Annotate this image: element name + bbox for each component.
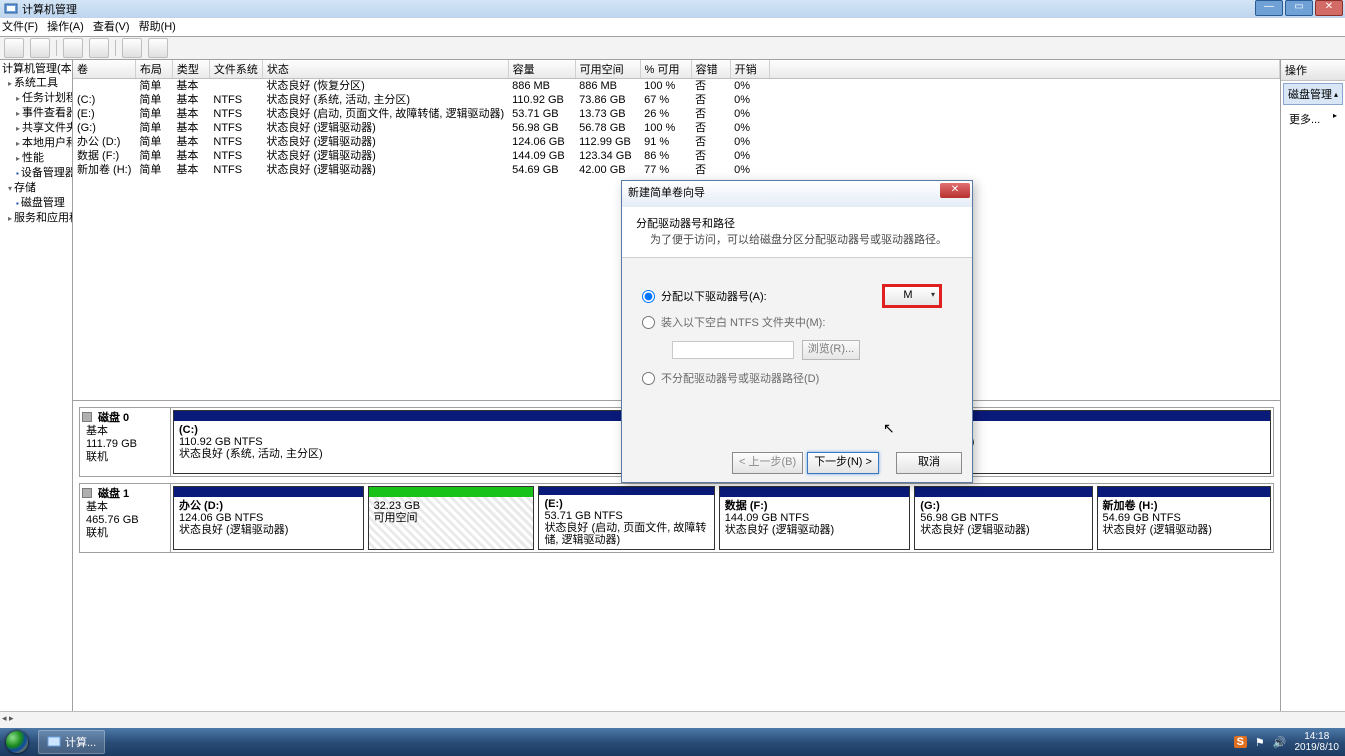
partition[interactable]: 32.23 GB可用空间 xyxy=(368,486,535,550)
actions-header: 操作 xyxy=(1281,60,1345,81)
disk-1[interactable]: 磁盘 1 基本 465.76 GB 联机 办公 (D:)124.06 GB NT… xyxy=(79,483,1274,553)
dialog-body: 分配以下驱动器号(A): M▾ 装入以下空白 NTFS 文件夹中(M): 浏览(… xyxy=(622,258,972,446)
column-header[interactable]: % 可用 xyxy=(640,60,691,79)
nav-services[interactable]: ▸服务和应用程 xyxy=(2,211,72,226)
toolbar-btn-1[interactable] xyxy=(63,38,83,58)
tray-flag-icon[interactable]: ⚑ xyxy=(1255,736,1265,749)
tray-clock[interactable]: 14:18 2019/8/10 xyxy=(1295,731,1340,753)
dialog-close-button[interactable]: ✕ xyxy=(940,183,970,198)
assign-drive-letter-radio[interactable] xyxy=(642,290,655,303)
toolbar-btn-3[interactable] xyxy=(122,38,142,58)
mount-folder-label: 装入以下空白 NTFS 文件夹中(M): xyxy=(661,314,825,330)
dialog-footer: < 上一步(B)下一步(N) > 取消 xyxy=(622,446,972,482)
disk-0-header: 磁盘 0 基本 111.79 GB 联机 xyxy=(80,408,171,476)
column-header[interactable]: 类型 xyxy=(172,60,209,79)
app-icon xyxy=(4,2,18,16)
window-titlebar: 计算机管理 — ▭ ✕ xyxy=(0,0,1345,18)
volume-row[interactable]: (E:)简单基本NTFS状态良好 (启动, 页面文件, 故障转储, 逻辑驱动器)… xyxy=(73,107,1280,121)
menu-action[interactable]: 操作(A) xyxy=(47,21,84,33)
partition[interactable]: (G:)56.98 GB NTFS状态良好 (逻辑驱动器) xyxy=(914,486,1092,550)
nav-event-viewer[interactable]: ▸事件查看器 xyxy=(2,106,72,121)
back-button[interactable]: < 上一步(B) xyxy=(732,452,803,474)
mount-folder-radio[interactable] xyxy=(642,316,655,329)
volume-row[interactable]: 简单基本状态良好 (恢复分区)886 MB886 MB100 %否0% xyxy=(73,79,1280,94)
actions-pane: 操作 磁盘管理▴ 更多...▸ xyxy=(1280,60,1345,730)
partition-bar xyxy=(174,487,363,497)
taskbar-app-button[interactable]: 计算... xyxy=(38,730,105,754)
status-bar: ◂ ▸ xyxy=(0,711,1345,728)
no-assign-label: 不分配驱动器号或驱动器路径(D) xyxy=(661,370,819,386)
drive-letter-select[interactable]: M▾ xyxy=(882,284,942,308)
nav-storage[interactable]: ▾存储 xyxy=(2,181,72,196)
maximize-button[interactable]: ▭ xyxy=(1285,0,1313,16)
toolbar xyxy=(0,37,1345,60)
dialog-titlebar[interactable]: 新建简单卷向导 ✕ xyxy=(622,181,972,207)
partition-bar xyxy=(720,487,910,497)
mount-path-input[interactable] xyxy=(672,341,794,359)
disk-icon xyxy=(82,412,92,422)
toolbar-btn-2[interactable] xyxy=(89,38,109,58)
next-button[interactable]: 下一步(N) > xyxy=(807,452,879,474)
column-header[interactable]: 容错 xyxy=(691,60,730,79)
disk-icon xyxy=(82,488,92,498)
menubar: 文件(F) 操作(A) 查看(V) 帮助(H) xyxy=(0,18,1345,37)
partition-bar xyxy=(369,487,534,497)
browse-button[interactable]: 浏览(R)... xyxy=(802,340,860,360)
partition[interactable]: 办公 (D:)124.06 GB NTFS状态良好 (逻辑驱动器) xyxy=(173,486,364,550)
taskbar[interactable]: 计算... S ⚑ 🔊 14:18 2019/8/10 xyxy=(0,728,1345,756)
volume-row[interactable]: 数据 (F:)简单基本NTFS状态良好 (逻辑驱动器)144.09 GB123.… xyxy=(73,149,1280,163)
tray-volume-icon[interactable]: 🔊 xyxy=(1273,736,1287,749)
start-button[interactable] xyxy=(0,728,34,756)
column-header[interactable]: 状态 xyxy=(262,60,508,79)
column-header[interactable]: 布局 xyxy=(135,60,172,79)
close-button[interactable]: ✕ xyxy=(1315,0,1343,16)
dialog-header: 分配驱动器号和路径 为了便于访问，可以给磁盘分区分配驱动器号或驱动器路径。 xyxy=(622,207,972,258)
column-header[interactable]: 卷 xyxy=(73,60,135,79)
no-assign-radio[interactable] xyxy=(642,372,655,385)
nav-tree[interactable]: 计算机管理(本 ▸系统工具 ▸任务计划程 ▸事件查看器 ▸共享文件夹 ▸本地用户… xyxy=(0,60,73,730)
partition-bar xyxy=(915,487,1091,497)
assign-drive-letter-label: 分配以下驱动器号(A): xyxy=(661,288,767,304)
volume-row[interactable]: 新加卷 (H:)简单基本NTFS状态良好 (逻辑驱动器)54.69 GB42.0… xyxy=(73,163,1280,177)
column-header[interactable]: 文件系统 xyxy=(209,60,262,79)
menu-help[interactable]: 帮助(H) xyxy=(139,21,176,33)
nav-root[interactable]: 计算机管理(本 xyxy=(2,62,72,76)
partition[interactable]: 数据 (F:)144.09 GB NTFS状态良好 (逻辑驱动器) xyxy=(719,486,911,550)
windows-orb-icon xyxy=(6,731,28,753)
cancel-button[interactable]: 取消 xyxy=(896,452,962,474)
content-area: 卷布局类型文件系统状态容量可用空间% 可用容错开销 简单基本状态良好 (恢复分区… xyxy=(73,60,1280,730)
nav-local-users[interactable]: ▸本地用户和 xyxy=(2,136,72,151)
system-tray[interactable]: S ⚑ 🔊 14:18 2019/8/10 xyxy=(1234,731,1345,753)
nav-device-manager[interactable]: ▪设备管理器 xyxy=(2,166,72,181)
disk-1-header: 磁盘 1 基本 465.76 GB 联机 xyxy=(80,484,171,552)
column-header[interactable]: 可用空间 xyxy=(575,60,640,79)
volume-row[interactable]: 办公 (D:)简单基本NTFS状态良好 (逻辑驱动器)124.06 GB112.… xyxy=(73,135,1280,149)
actions-more[interactable]: 更多...▸ xyxy=(1281,107,1345,131)
partition-bar xyxy=(539,487,713,495)
actions-selected-item[interactable]: 磁盘管理▴ xyxy=(1283,83,1343,105)
partition[interactable]: (E:)53.71 GB NTFS状态良好 (启动, 页面文件, 故障转储, 逻… xyxy=(538,486,714,550)
column-header[interactable]: 开销 xyxy=(730,60,769,79)
nav-shared-folders[interactable]: ▸共享文件夹 xyxy=(2,121,72,136)
partition-bar xyxy=(1098,487,1270,497)
column-header[interactable]: 容量 xyxy=(508,60,575,79)
dialog-title: 新建简单卷向导 xyxy=(628,187,705,199)
menu-file[interactable]: 文件(F) xyxy=(2,21,38,33)
tray-sogou-icon[interactable]: S xyxy=(1234,736,1247,748)
volume-row[interactable]: (G:)简单基本NTFS状态良好 (逻辑驱动器)56.98 GB56.78 GB… xyxy=(73,121,1280,135)
menu-view[interactable]: 查看(V) xyxy=(93,21,130,33)
nav-task-scheduler[interactable]: ▸任务计划程 xyxy=(2,91,72,106)
back-button[interactable] xyxy=(4,38,24,58)
partition[interactable]: 新加卷 (H:)54.69 GB NTFS状态良好 (逻辑驱动器) xyxy=(1097,486,1271,550)
volume-row[interactable]: (C:)简单基本NTFS状态良好 (系统, 活动, 主分区)110.92 GB7… xyxy=(73,93,1280,107)
forward-button[interactable] xyxy=(30,38,50,58)
minimize-button[interactable]: — xyxy=(1255,0,1283,16)
new-volume-wizard-dialog: 新建简单卷向导 ✕ 分配驱动器号和路径 为了便于访问，可以给磁盘分区分配驱动器号… xyxy=(621,180,973,483)
nav-system-tools[interactable]: ▸系统工具 xyxy=(2,76,72,91)
toolbar-btn-4[interactable] xyxy=(148,38,168,58)
window-title: 计算机管理 xyxy=(22,1,77,17)
nav-performance[interactable]: ▸性能 xyxy=(2,151,72,166)
app-icon xyxy=(47,735,61,749)
nav-disk-management[interactable]: ▪磁盘管理 xyxy=(2,196,72,211)
